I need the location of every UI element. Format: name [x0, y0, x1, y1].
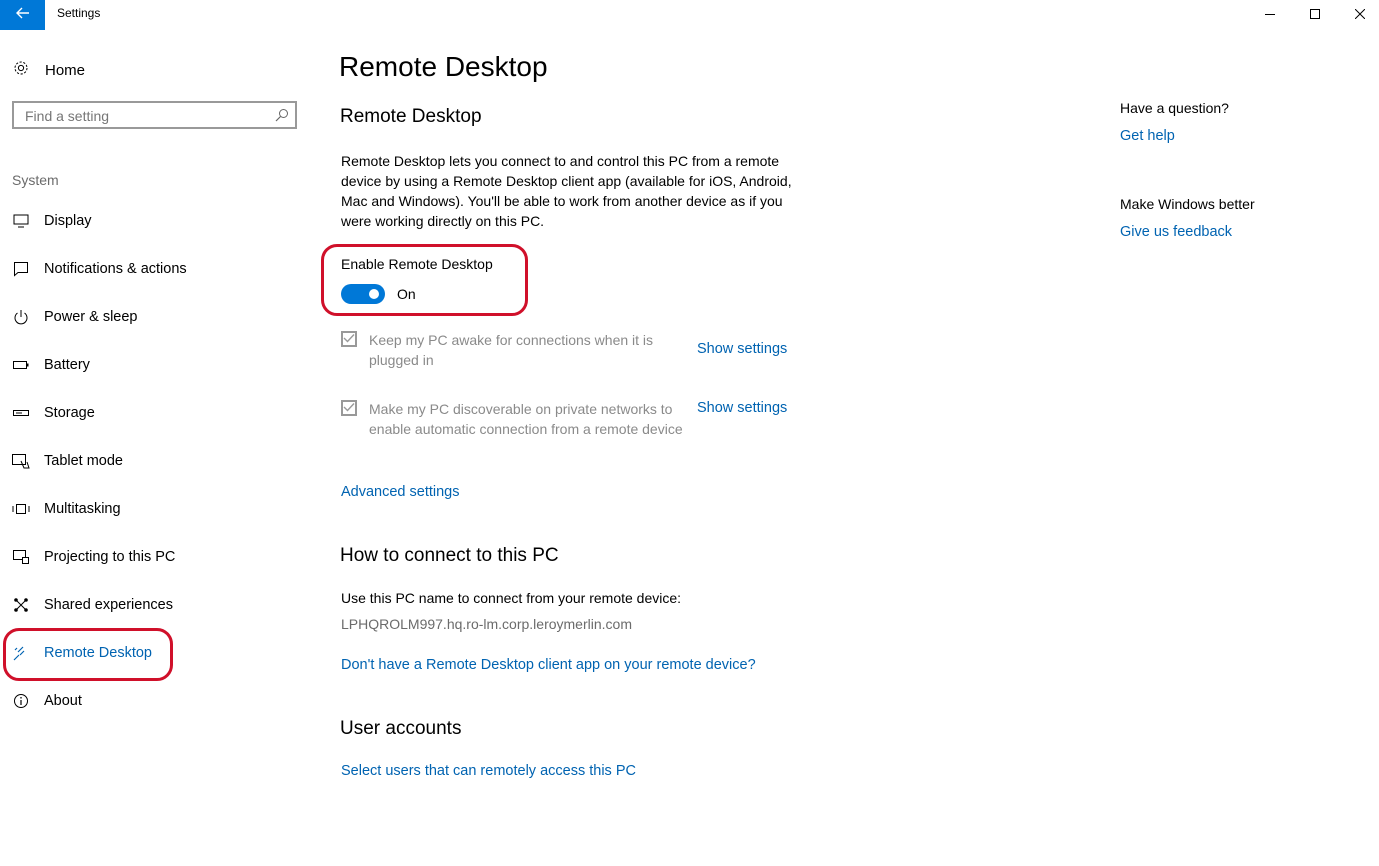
sidebar-item-tablet-mode[interactable]: Tablet mode: [12, 448, 123, 474]
keep-awake-checkbox[interactable]: [341, 331, 357, 347]
multitasking-icon: [12, 500, 30, 518]
close-icon: [1354, 6, 1366, 24]
minimize-button[interactable]: [1247, 0, 1293, 30]
checkmark-icon: [343, 330, 355, 348]
discoverable-label: Make my PC discoverable on private netwo…: [369, 401, 683, 437]
connect-instructions: Use this PC name to connect from your re…: [341, 590, 682, 606]
shared-experiences-icon: [12, 596, 30, 614]
checkmark-icon: [343, 399, 355, 417]
highlight-ring-toggle: [321, 244, 528, 316]
storage-icon: [12, 404, 30, 422]
gear-icon: [12, 59, 30, 81]
sidebar-item-battery[interactable]: Battery: [12, 352, 90, 378]
highlight-ring-sidebar: [3, 628, 173, 681]
maximize-icon: [1310, 6, 1320, 24]
sidebar-item-shared-experiences[interactable]: Shared experiences: [12, 592, 173, 618]
discoverable-checkbox[interactable]: [341, 400, 357, 416]
search-icon: [275, 108, 289, 127]
power-icon: [12, 308, 30, 326]
minimize-icon: [1265, 6, 1275, 24]
section-label-system: System: [12, 172, 59, 188]
nav-home-label: Home: [45, 61, 86, 79]
have-question-heading: Have a question?: [1120, 100, 1229, 116]
info-icon: [12, 692, 30, 710]
sidebar-item-label: About: [44, 693, 82, 709]
section-title-remote-desktop: Remote Desktop: [340, 106, 482, 127]
sidebar-item-projecting[interactable]: Projecting to this PC: [12, 544, 175, 570]
search-input[interactable]: Find a setting: [12, 101, 297, 129]
description-text: Remote Desktop lets you connect to and c…: [341, 153, 792, 229]
select-users-link[interactable]: Select users that can remotely access th…: [341, 763, 636, 779]
sidebar-item-about[interactable]: About: [12, 688, 82, 714]
sidebar-item-label: Tablet mode: [44, 453, 123, 469]
discoverable-show-settings-link[interactable]: Show settings: [697, 400, 787, 416]
sidebar-item-label: Power & sleep: [44, 309, 138, 325]
sidebar-item-label: Shared experiences: [44, 597, 173, 613]
battery-icon: [12, 356, 30, 374]
section-title-user-accounts: User accounts: [340, 718, 462, 739]
sidebar-item-label: Projecting to this PC: [44, 549, 176, 565]
page-title: Remote Desktop: [339, 51, 548, 82]
search-placeholder: Find a setting: [25, 108, 110, 124]
back-arrow-icon: [15, 6, 30, 24]
nav-home[interactable]: Home: [12, 58, 85, 82]
sidebar-item-label: Battery: [44, 357, 90, 373]
sidebar-item-display[interactable]: Display: [12, 208, 92, 234]
close-button[interactable]: [1337, 0, 1379, 30]
sidebar-item-label: Display: [44, 213, 92, 229]
client-app-link[interactable]: Don't have a Remote Desktop client app o…: [341, 657, 756, 673]
back-button[interactable]: [0, 0, 45, 30]
maximize-button[interactable]: [1292, 0, 1338, 30]
sidebar-item-label: Storage: [44, 405, 95, 421]
get-help-link[interactable]: Get help: [1120, 128, 1175, 144]
sidebar-item-label: Multitasking: [44, 501, 121, 517]
advanced-settings-link[interactable]: Advanced settings: [341, 484, 460, 500]
projecting-icon: [12, 548, 30, 566]
sidebar-item-label: Notifications & actions: [44, 261, 187, 277]
section-title-how-to-connect: How to connect to this PC: [340, 545, 559, 566]
notification-icon: [12, 260, 30, 278]
make-windows-better-heading: Make Windows better: [1120, 196, 1255, 212]
window-title: Settings: [57, 6, 101, 20]
monitor-icon: [12, 212, 30, 230]
sidebar-item-power[interactable]: Power & sleep: [12, 304, 138, 330]
tablet-mode-icon: [12, 452, 30, 470]
sidebar-item-storage[interactable]: Storage: [12, 400, 95, 426]
sidebar-item-notifications[interactable]: Notifications & actions: [12, 256, 187, 282]
pc-name: LPHQROLM997.hq.ro-lm.corp.leroymerlin.co…: [341, 616, 632, 632]
give-feedback-link[interactable]: Give us feedback: [1120, 224, 1232, 240]
sidebar-item-multitasking[interactable]: Multitasking: [12, 496, 121, 522]
keep-awake-label: Keep my PC awake for connections when it…: [369, 332, 654, 368]
keep-awake-show-settings-link[interactable]: Show settings: [697, 341, 787, 357]
